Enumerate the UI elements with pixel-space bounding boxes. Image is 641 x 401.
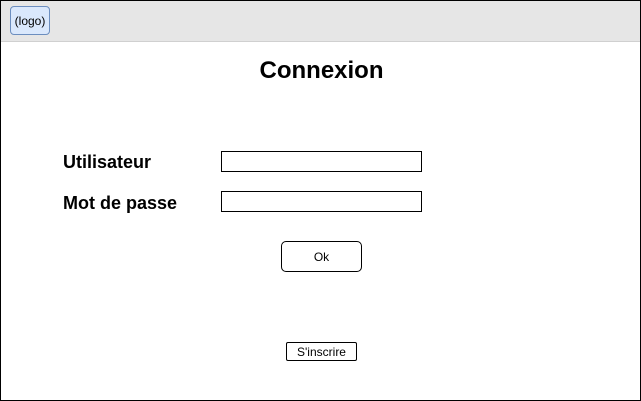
register-button[interactable]: S'inscrire — [286, 342, 357, 361]
username-input[interactable] — [221, 151, 422, 172]
password-input[interactable] — [221, 191, 422, 212]
password-label: Mot de passe — [63, 193, 178, 213]
logo-placeholder[interactable]: (logo) — [10, 6, 50, 35]
login-window: (logo) Connexion Utilisateur Mot de pass… — [0, 0, 641, 401]
top-bar: (logo) — [1, 1, 640, 42]
username-label: Utilisateur — [63, 152, 152, 172]
page-title: Connexion — [259, 57, 384, 84]
ok-button[interactable]: Ok — [281, 241, 362, 272]
